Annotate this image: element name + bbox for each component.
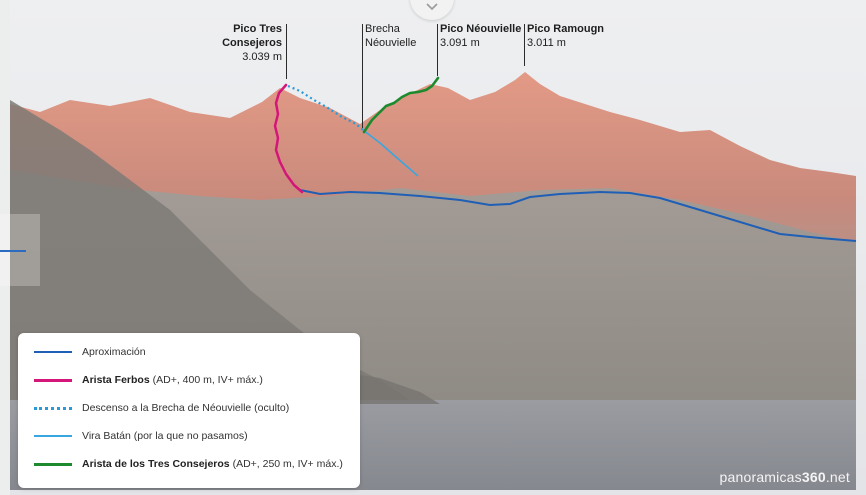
chevron-down-icon	[426, 3, 438, 11]
leader-brecha	[362, 24, 363, 128]
legend-label: Descenso a la Brecha de Néouvielle (ocul…	[82, 402, 290, 414]
legend-swatch	[34, 378, 72, 382]
legend-label: Arista Ferbos (AD+, 400 m, IV+ máx.)	[82, 374, 263, 386]
legend-label: Aproximación	[82, 346, 146, 358]
side-indicator	[0, 250, 26, 252]
peak-name: Pico Néouvielle	[440, 23, 522, 35]
peak-label-brecha: Brecha Néouvielle	[365, 22, 416, 50]
peak-altitude: 3.039 m	[242, 51, 282, 63]
peak-label-tres-consejeros: Pico Tres Consejeros 3.039 m	[176, 22, 282, 64]
legend-swatch	[34, 462, 72, 466]
peak-label-neouvielle: Pico Néouvielle 3.091 m	[440, 22, 521, 50]
peak-altitude: Néouvielle	[365, 37, 417, 49]
leader-tres-consejeros	[286, 24, 287, 79]
legend-item-descenso: Descenso a la Brecha de Néouvielle (ocul…	[34, 398, 289, 418]
legend-label: Vira Batán (por la que no pasamos)	[82, 430, 248, 442]
legend-item-arista-tres-consejeros: Arista de los Tres Consejeros (AD+, 250 …	[34, 454, 343, 474]
route-legend: Aproximación Arista Ferbos (AD+, 400 m, …	[18, 333, 360, 488]
peak-label-ramougn: Pico Ramougn 3.011 m	[527, 22, 604, 50]
peak-name: Pico Ramougn	[527, 23, 605, 35]
legend-swatch	[34, 351, 72, 353]
legend-item-vira-batan: Vira Batán (por la que no pasamos)	[34, 426, 248, 446]
legend-label: Arista de los Tres Consejeros (AD+, 250 …	[82, 458, 343, 470]
peak-altitude: 3.091 m	[440, 37, 480, 49]
peak-name: Pico Tres Consejeros	[222, 23, 282, 49]
watermark: panoramicas360.net	[719, 469, 850, 485]
peak-name: Brecha	[365, 23, 400, 35]
legend-swatch	[34, 406, 72, 410]
peak-altitude: 3.011 m	[527, 37, 566, 49]
legend-item-aproximacion: Aproximación	[34, 342, 146, 362]
legend-swatch	[34, 435, 72, 437]
legend-item-arista-ferbos: Arista Ferbos (AD+, 400 m, IV+ máx.)	[34, 370, 263, 390]
leader-neouvielle	[437, 24, 438, 76]
leader-ramougn	[524, 24, 525, 66]
